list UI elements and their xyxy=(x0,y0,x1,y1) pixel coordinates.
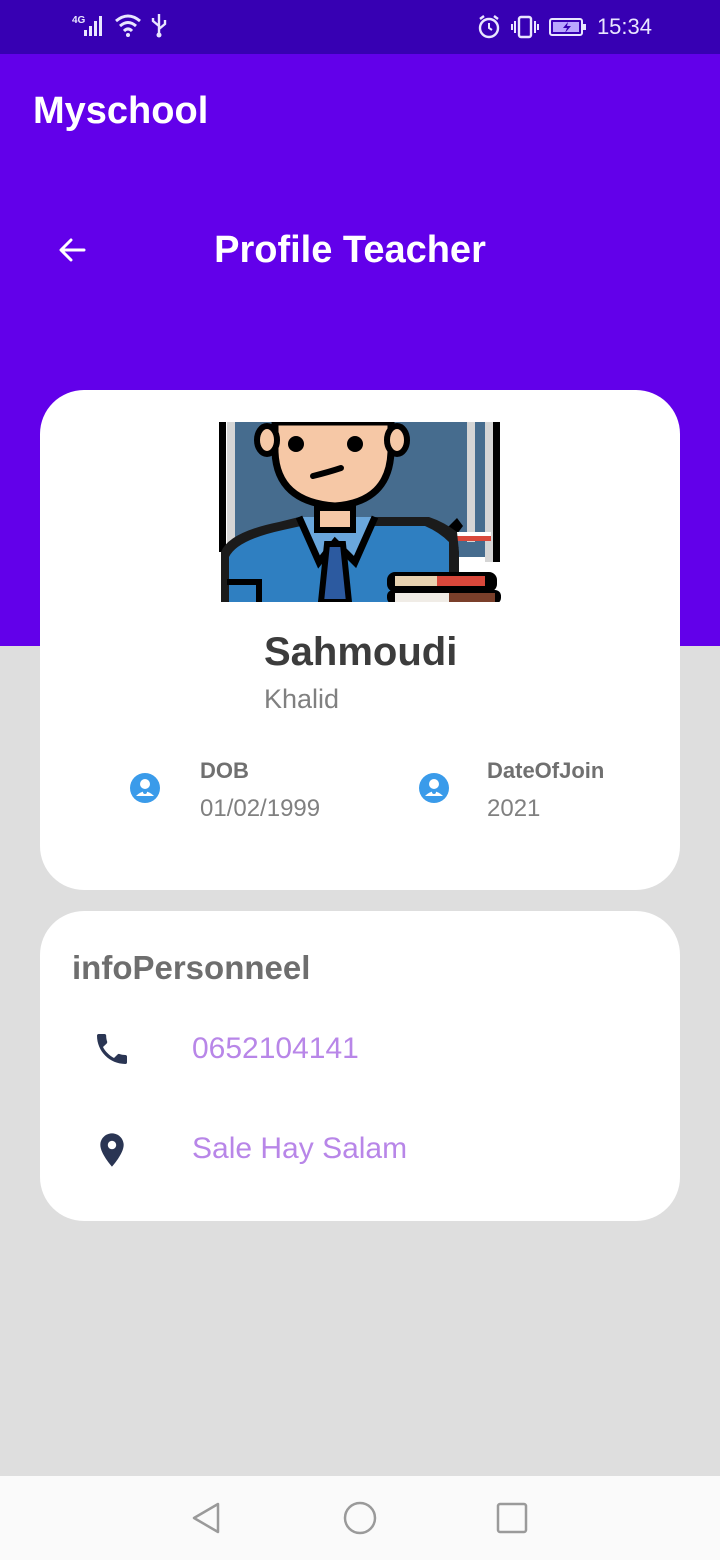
nav-back-icon[interactable] xyxy=(186,1498,226,1538)
wifi-icon xyxy=(115,14,141,37)
back-button[interactable] xyxy=(50,228,94,272)
profile-card: Sahmoudi Khalid DOB 01/02/1999 DateOfJoi… xyxy=(40,390,680,890)
alarm-icon xyxy=(478,15,500,39)
vibrate-icon xyxy=(510,15,539,39)
phone-icon xyxy=(97,1034,127,1064)
teacher-avatar xyxy=(219,422,501,602)
teacher-illustration xyxy=(219,422,501,602)
network-type-label: 4G xyxy=(72,15,86,26)
phone-number[interactable]: 0652104141 xyxy=(192,1032,359,1066)
status-bar: 4G 15:34 xyxy=(0,0,720,54)
nav-recents-icon[interactable] xyxy=(492,1498,532,1538)
personal-info-card: infoPersonneel 0652104141 Sale Hay Salam xyxy=(40,911,680,1221)
status-time: 15:34 xyxy=(596,14,652,39)
user-icon xyxy=(130,773,160,803)
join-date-label: DateOfJoin xyxy=(487,758,605,783)
usb-icon xyxy=(151,14,167,38)
app-bar: Myschool xyxy=(0,54,720,170)
section-title: infoPersonneel xyxy=(72,949,311,986)
dob-value: 01/02/1999 xyxy=(200,795,321,822)
address[interactable]: Sale Hay Salam xyxy=(192,1132,407,1166)
navigation-bar xyxy=(0,1476,720,1560)
teacher-last-name: Sahmoudi xyxy=(264,630,458,674)
page-title: Profile Teacher xyxy=(214,229,486,271)
status-icons-right: 15:34 xyxy=(477,12,652,42)
arrow-left-icon xyxy=(59,238,86,262)
battery-icon xyxy=(548,18,586,36)
status-icons-left: 4G xyxy=(72,12,168,38)
dob-label: DOB xyxy=(200,758,249,783)
teacher-first-name: Khalid xyxy=(264,684,340,714)
app-title: Myschool xyxy=(33,90,209,132)
location-pin-icon xyxy=(100,1133,124,1167)
join-date-value: 2021 xyxy=(487,795,541,822)
nav-home-icon[interactable] xyxy=(340,1498,380,1538)
user-icon xyxy=(419,773,449,803)
signal-icon: 4G xyxy=(72,15,102,36)
